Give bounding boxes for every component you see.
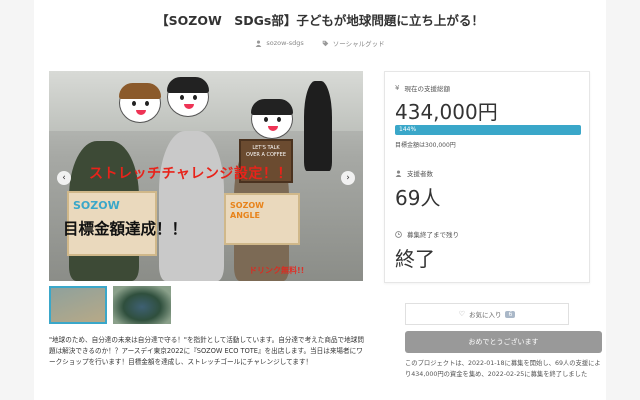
favorite-count: 6 [505, 310, 516, 318]
user-icon [256, 40, 262, 47]
favorite-button[interactable]: ♡ お気に入り 6 [405, 303, 569, 325]
carousel-thumbnails [49, 286, 171, 324]
remaining-value: 終了 [395, 247, 435, 271]
congratulations-button[interactable]: おめでとうございます [405, 331, 602, 353]
heart-icon: ♡ [458, 310, 465, 318]
hero-image[interactable]: LET'S TALK OVER A COFFEE SOZOW SOZOW ANG… [49, 71, 363, 281]
supporters-icon [395, 170, 402, 177]
bottom-text: ドリンク無料!! [249, 266, 305, 275]
carousel-prev-button[interactable]: ‹ [57, 171, 71, 185]
photo-person [304, 81, 332, 171]
carousel-next-button[interactable]: › [341, 171, 355, 185]
project-description: "地球のため、自分達の未来は自分達で守る！"を指針として活動しています。自分達で… [49, 336, 364, 367]
progress-fill: 144% [395, 125, 581, 135]
yen-icon: ¥ [395, 84, 400, 92]
supporters-label-row: 支援者数 [395, 168, 433, 178]
achieved-text: 目標金額達成！！ [63, 220, 188, 238]
goal-text: 目標金額は300,000円 [395, 142, 456, 149]
category-name: ソーシャルグッド [332, 40, 385, 48]
author-link[interactable]: sozow-sdgs [255, 38, 304, 48]
project-title: 【SOZOW SDGs部】子どもが地球問題に立ち上がる！ [156, 13, 484, 28]
project-meta: sozow-sdgs ソーシャルグッド [34, 38, 606, 48]
challenge-text: ストレッチチャレンジ設定！！ [89, 166, 292, 182]
face-sticker [119, 83, 161, 123]
photo-person [159, 131, 224, 281]
thumbnail-2[interactable] [113, 286, 171, 324]
board-right: SOZOW ANGLE [224, 193, 300, 245]
supporters-value: 69人 [395, 186, 441, 210]
clock-icon [395, 230, 402, 238]
board-text: SOZOW [73, 199, 120, 212]
amount-label-row: ¥ 現在の支援総額 [395, 83, 450, 93]
tag-icon [322, 40, 329, 46]
favorite-label: お気に入り [468, 311, 502, 319]
category-link[interactable]: ソーシャルグッド [322, 38, 385, 48]
author-name: sozow-sdgs [266, 39, 304, 47]
project-notice: このプロジェクトは、2022-01-18に募集を開始し、69人の支援により434… [405, 360, 601, 379]
progress-text: 144% [399, 126, 417, 133]
thumbnail-1[interactable] [49, 286, 107, 324]
sign-text: LET'S TALK OVER A COFFEE [246, 145, 286, 158]
supporters-label: 支援者数 [407, 170, 433, 178]
progress-bar: 144% [395, 125, 581, 135]
face-sticker [251, 99, 293, 139]
board-text: SOZOW ANGLE [230, 201, 264, 220]
stats-panel: ¥ 現在の支援総額 434,000円 144% 目標金額は300,000円 支援… [384, 71, 590, 283]
face-sticker [167, 77, 209, 117]
remaining-label-row: 募集終了まで残り [395, 229, 459, 239]
amount-value: 434,000円 [395, 100, 498, 124]
project-page: 【SOZOW SDGs部】子どもが地球問題に立ち上がる！ sozow-sdgs … [34, 0, 606, 400]
amount-label: 現在の支援総額 [404, 85, 450, 93]
remaining-label: 募集終了まで残り [407, 231, 459, 239]
